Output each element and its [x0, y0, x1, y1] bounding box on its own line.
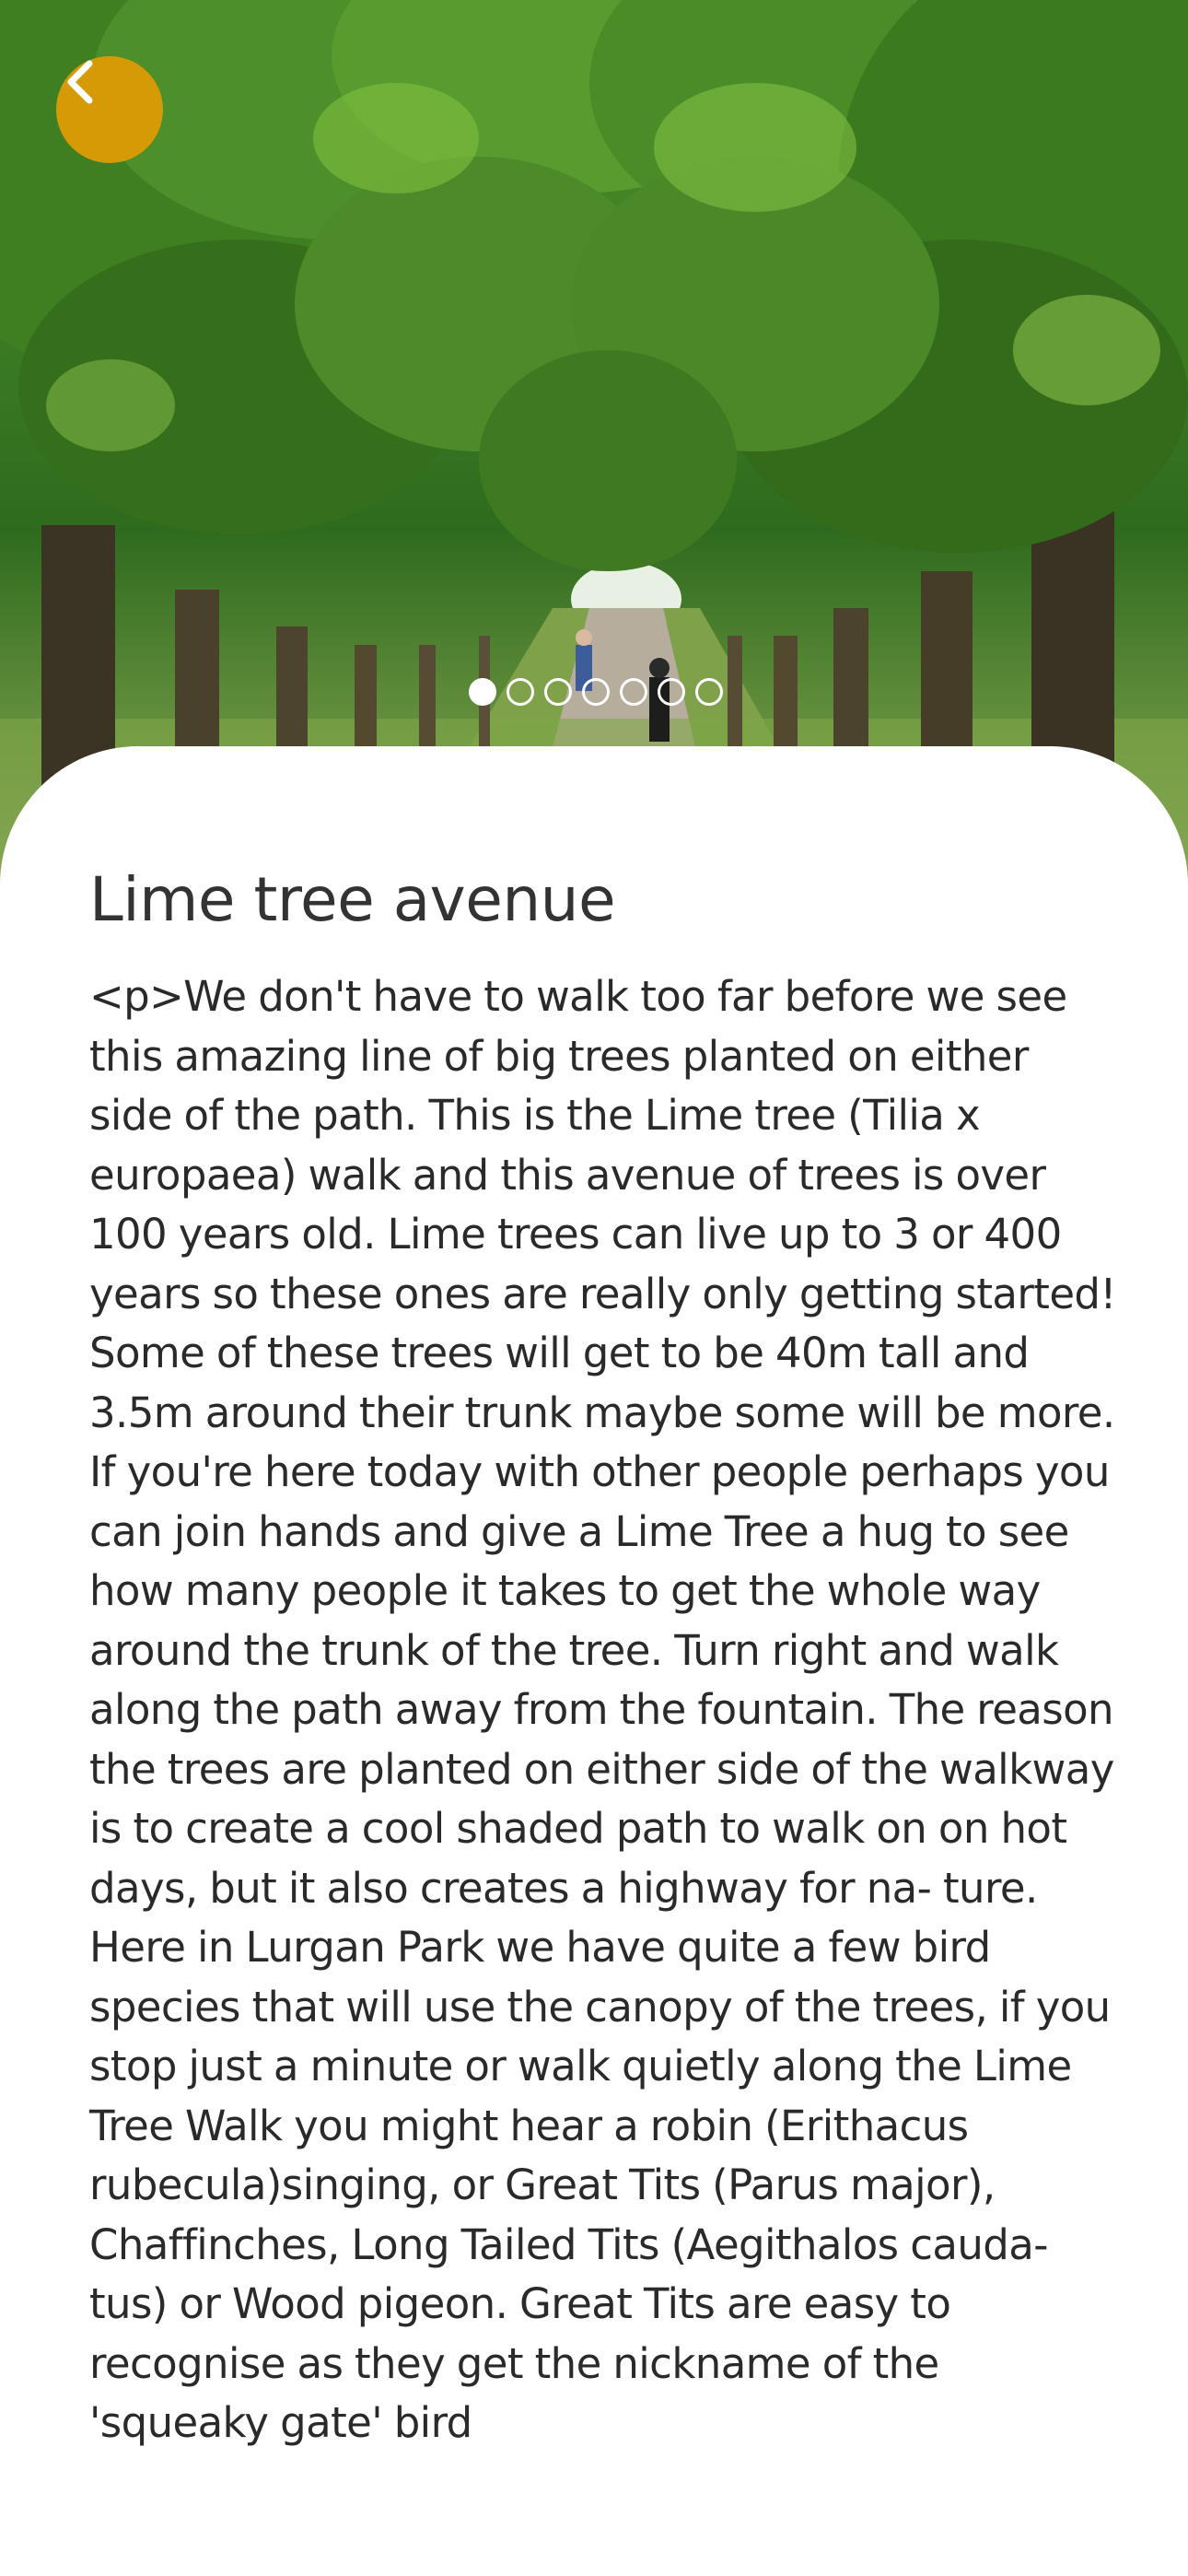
carousel-dot-5[interactable] [620, 678, 647, 706]
back-button[interactable] [56, 56, 163, 163]
carousel-dot-1[interactable] [469, 678, 496, 706]
page-title: Lime tree avenue [89, 864, 616, 935]
carousel-dot-2[interactable] [507, 678, 534, 706]
carousel-dot-4[interactable] [582, 678, 610, 706]
description-text: <p>We don't have to walk too far before … [89, 972, 1116, 2447]
chevron-left-icon [67, 60, 93, 104]
carousel-indicator [0, 678, 1188, 706]
carousel-dot-6[interactable] [658, 678, 685, 706]
content-sheet: Lime tree avenue <p>We don't have to wal… [0, 746, 1188, 2576]
carousel-dot-3[interactable] [544, 678, 572, 706]
carousel-dot-7[interactable] [695, 678, 723, 706]
